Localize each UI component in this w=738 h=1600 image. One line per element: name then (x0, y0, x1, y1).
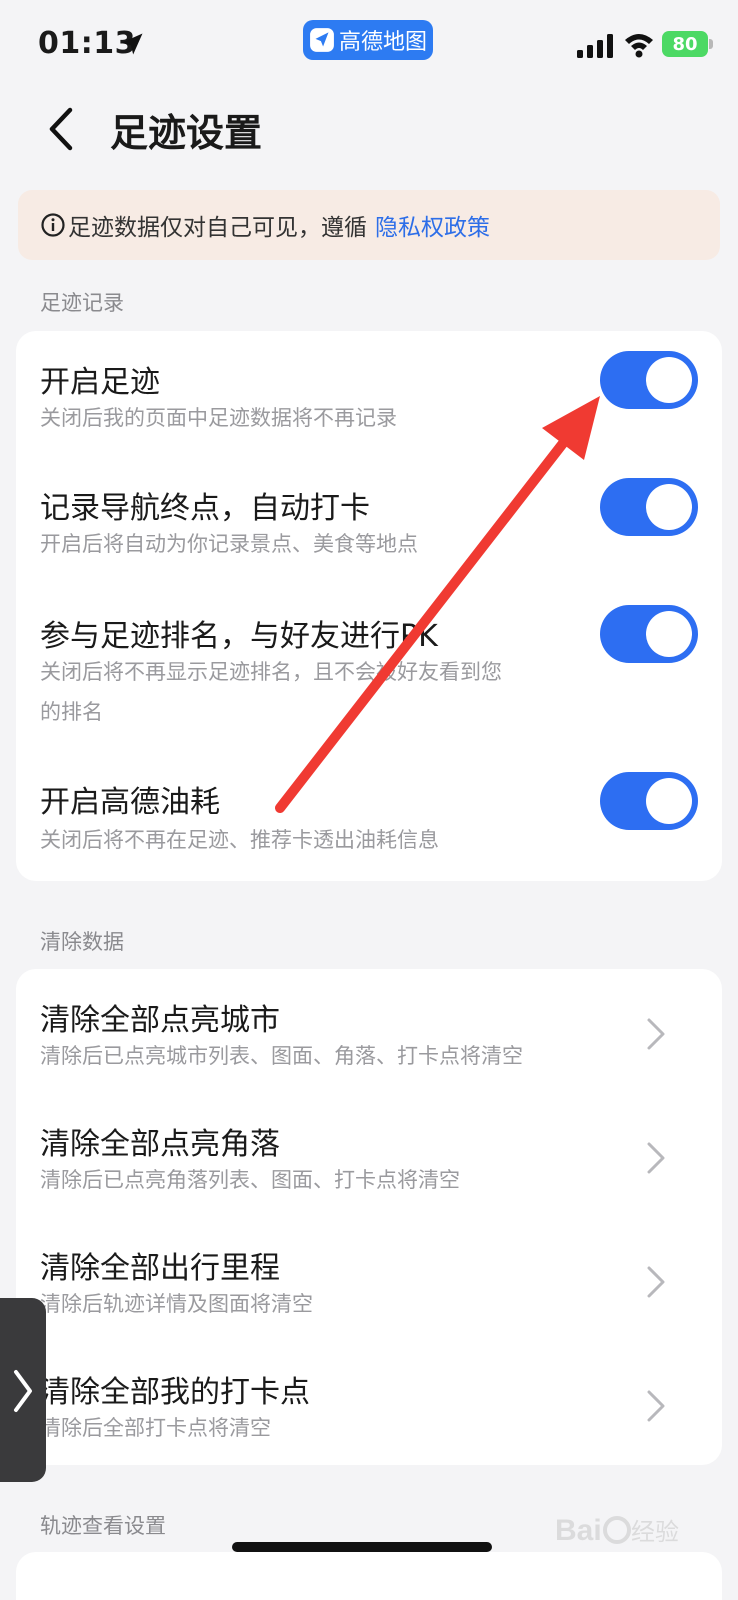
toggle-knob (646, 611, 692, 657)
footprint-settings-card: 开启足迹 关闭后我的页面中足迹数据将不再记录 记录导航终点，自动打卡 开启后将自… (16, 331, 722, 881)
chevron-right-icon (647, 1390, 665, 1422)
clear-data-card: 清除全部点亮城市 清除后已点亮城市列表、图面、角落、打卡点将清空 清除全部点亮角… (16, 969, 722, 1465)
location-arrow-icon (121, 33, 143, 55)
clear-title: 清除全部我的打卡点 (40, 1375, 310, 1410)
toggle-enable-footprint[interactable] (600, 351, 698, 409)
chevron-right-icon (14, 1370, 32, 1412)
status-bar: 01:13 高德地图 80 (0, 0, 738, 92)
battery-indicator: 80 (662, 31, 708, 57)
setting-row-enable-footprint: 开启足迹 关闭后我的页面中足迹数据将不再记录 (16, 331, 722, 451)
chevron-right-icon (647, 1142, 665, 1174)
toggle-auto-checkin[interactable] (600, 478, 698, 536)
setting-title: 开启高德油耗 (40, 785, 220, 820)
notice-text: 足迹数据仅对自己可见，遵循 (68, 215, 367, 241)
svg-text:Bai: Bai (555, 1514, 602, 1547)
info-icon (41, 213, 65, 237)
clear-subtitle: 清除后全部打卡点将清空 (40, 1416, 271, 1440)
privacy-policy-link[interactable]: 隐私权政策 (375, 208, 490, 242)
clear-row-cities[interactable]: 清除全部点亮城市 清除后已点亮城市列表、图面、角落、打卡点将清空 (16, 969, 722, 1093)
setting-title: 记录导航终点，自动打卡 (40, 491, 370, 526)
section-label-clear-data: 清除数据 (40, 930, 124, 954)
setting-subtitle: 关闭后我的页面中足迹数据将不再记录 (40, 406, 397, 430)
wifi-icon (625, 34, 653, 58)
chevron-right-icon (647, 1266, 665, 1298)
toggle-knob (646, 484, 692, 530)
setting-row-fuel-consumption: 开启高德油耗 关闭后将不再在足迹、推荐卡透出油耗信息 (16, 751, 722, 871)
setting-subtitle: 开启后将自动为你记录景点、美食等地点 (40, 532, 418, 556)
home-indicator (232, 1542, 492, 1552)
toggle-ranking-pk[interactable] (600, 605, 698, 663)
battery-level: 80 (672, 33, 698, 55)
setting-title: 参与足迹排名，与好友进行PK (40, 619, 438, 654)
clear-title: 清除全部点亮城市 (40, 1003, 280, 1038)
amap-logo-icon (310, 28, 334, 52)
toggle-fuel-consumption[interactable] (600, 772, 698, 830)
section-label-track-view: 轨迹查看设置 (40, 1514, 166, 1538)
chevron-left-icon[interactable] (40, 104, 84, 154)
baidu-watermark-logo: Bai 经验 (555, 1514, 679, 1547)
svg-text:经验: 经验 (631, 1518, 679, 1546)
page-title: 足迹设置 (110, 111, 263, 155)
setting-row-auto-checkin: 记录导航终点，自动打卡 开启后将自动为你记录景点、美食等地点 (16, 457, 722, 577)
setting-subtitle: 关闭后将不再显示足迹排名，且不会被好友看到您的排名 (40, 660, 502, 724)
setting-title: 开启足迹 (40, 365, 160, 400)
battery-cap (709, 39, 713, 49)
app-name: 高德地图 (338, 30, 427, 55)
chevron-right-icon (647, 1018, 665, 1050)
privacy-notice: 足迹数据仅对自己可见，遵循 隐私权政策 (18, 190, 720, 260)
toggle-knob (646, 778, 692, 824)
clear-row-mileage[interactable]: 清除全部出行里程 清除后轨迹详情及图面将清空 (16, 1217, 722, 1341)
setting-subtitle: 关闭后将不再在足迹、推荐卡透出油耗信息 (40, 828, 439, 852)
clear-title: 清除全部点亮角落 (40, 1127, 280, 1162)
cellular-signal-icon (577, 34, 613, 58)
clear-row-checkins[interactable]: 清除全部我的打卡点 清除后全部打卡点将清空 (16, 1341, 722, 1465)
side-panel-handle[interactable] (0, 1298, 46, 1482)
clear-subtitle: 清除后已点亮角落列表、图面、打卡点将清空 (40, 1168, 460, 1192)
clear-subtitle: 清除后轨迹详情及图面将清空 (40, 1292, 313, 1316)
clear-row-corners[interactable]: 清除全部点亮角落 清除后已点亮角落列表、图面、打卡点将清空 (16, 1093, 722, 1217)
app-return-pill[interactable]: 高德地图 (303, 20, 433, 60)
setting-row-ranking-pk: 参与足迹排名，与好友进行PK 关闭后将不再显示足迹排名，且不会被好友看到您的排名 (16, 585, 722, 745)
clear-title: 清除全部出行里程 (40, 1251, 280, 1286)
section-label-footprint: 足迹记录 (40, 291, 124, 315)
clear-subtitle: 清除后已点亮城市列表、图面、角落、打卡点将清空 (40, 1044, 523, 1068)
toggle-knob (646, 357, 692, 403)
